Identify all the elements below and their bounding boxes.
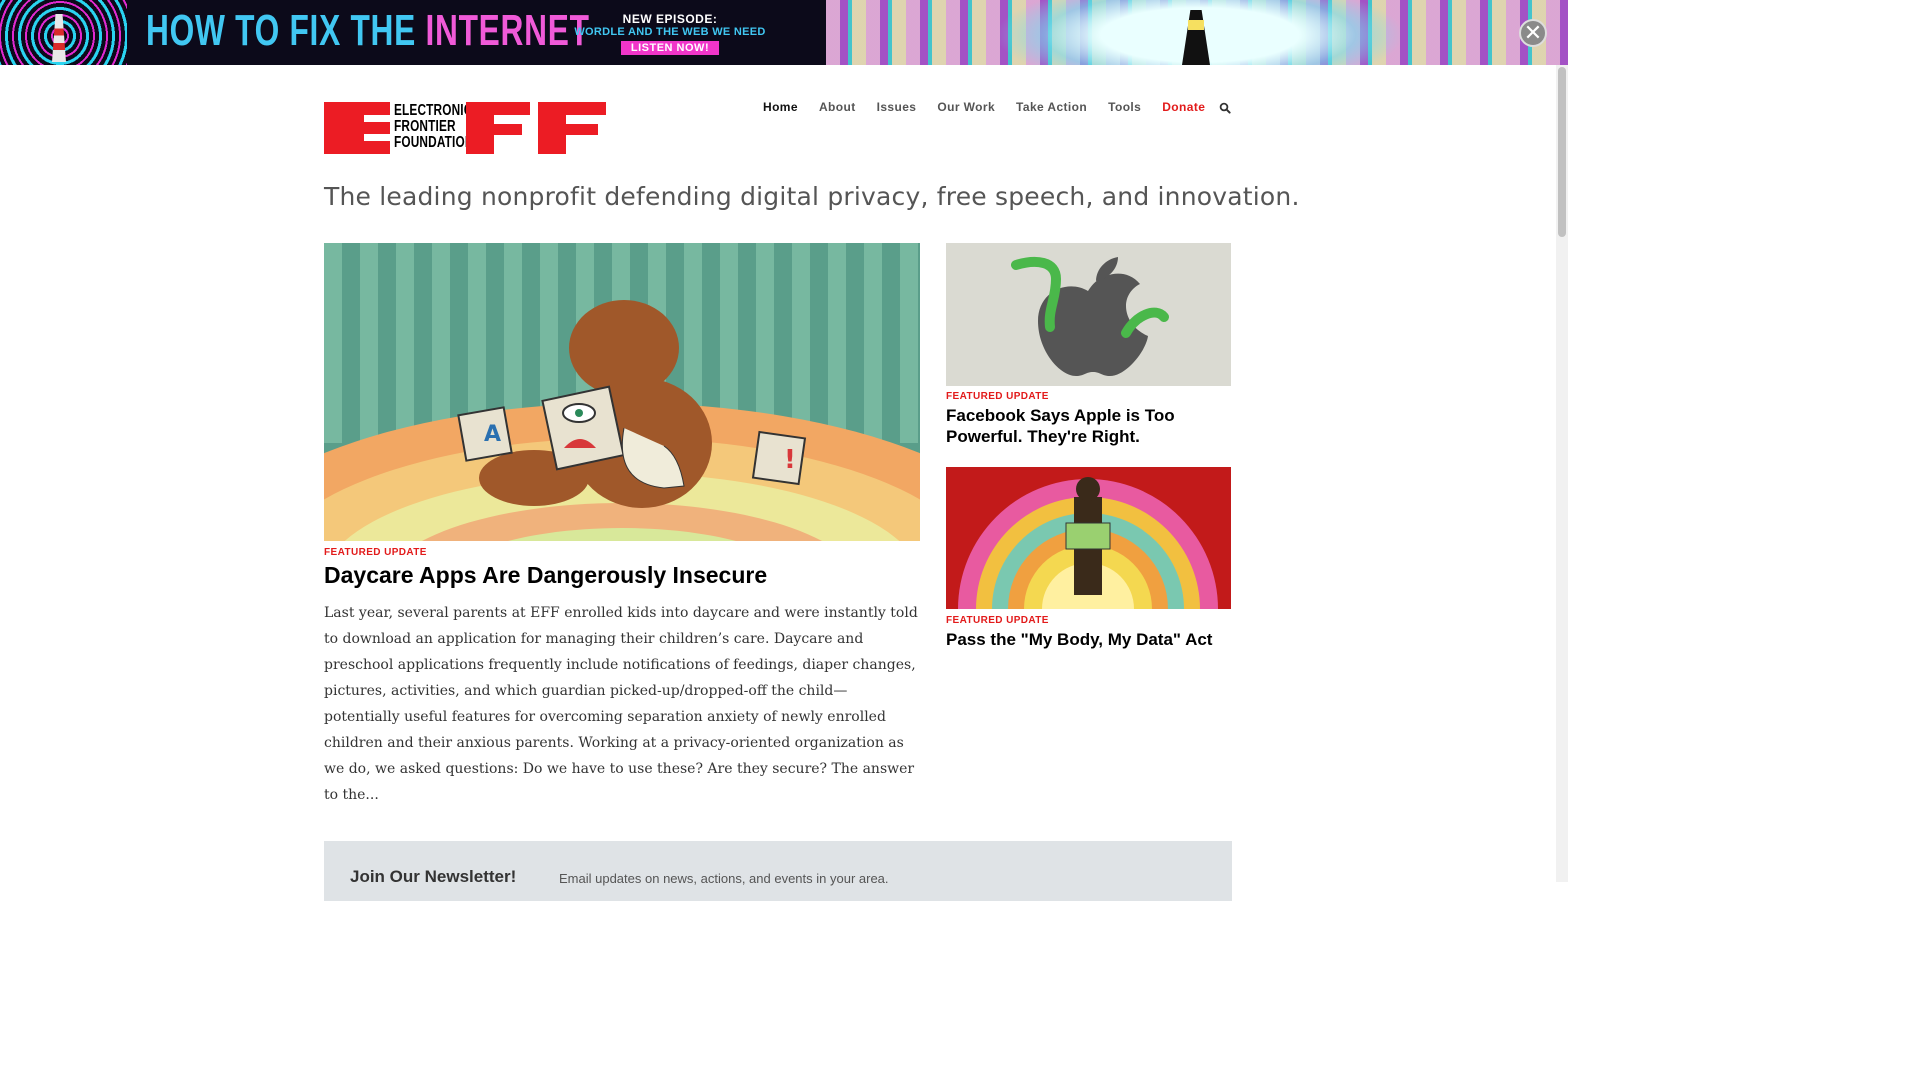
side1-kicker: FEATURED UPDATE [946,391,1049,402]
lighthouse-lamp [1188,20,1204,30]
listen-now-button[interactable]: LISTEN NOW! [620,41,720,55]
nav-issues[interactable]: Issues [877,100,917,114]
scrollbar[interactable] [1556,65,1568,882]
banner-title: HOW TO FIX THE INTERNET [146,6,590,55]
logo-wordmark: ELECTRONIC FRONTIER FOUNDATION [394,102,474,151]
baby-illustration: A ! [324,243,920,541]
side2-kicker: FEATURED UPDATE [946,615,1049,626]
nav-home[interactable]: Home [763,100,798,114]
apple-worm-illustration [1011,257,1169,376]
eff-logo[interactable]: ELECTRONIC FRONTIER FOUNDATION [324,102,606,154]
facebook-apple-image[interactable] [946,243,1231,386]
svg-text:A: A [484,422,501,447]
newsletter-description: Email updates on news, actions, and even… [559,871,889,886]
nav-take-action[interactable]: Take Action [1016,100,1087,114]
episode-title: WORDLE AND THE WEB WE NEED [574,26,766,38]
banner-episode: NEW EPISODE: WORDLE AND THE WEB WE NEED … [560,12,780,56]
side2-article-title[interactable]: Pass the "My Body, My Data" Act [946,629,1236,650]
site-tagline: The leading nonprofit defending digital … [324,182,1300,211]
promo-banner[interactable]: HOW TO FIX THE INTERNET NEW EPISODE: WOR… [0,0,1568,65]
main-article-excerpt: Last year, several parents at EFF enroll… [324,605,918,803]
main-nav: Home About Issues Our Work Take Action T… [763,100,1226,114]
rainbow-illustration [946,467,1231,609]
close-banner-button[interactable]: ✕ [1519,19,1547,47]
main-article-title[interactable]: Daycare Apps Are Dangerously Insecure [324,562,767,589]
scrollbar-thumb[interactable] [1558,67,1566,237]
daycare-feature-image[interactable]: A ! [324,243,920,541]
logo-shape [538,124,598,135]
logo-shape [466,124,522,135]
svg-text:!: ! [784,445,796,475]
nav-tools[interactable]: Tools [1108,100,1141,114]
newsletter-section: Join Our Newsletter! Email updates on ne… [324,841,1232,901]
logo-shape [324,102,364,154]
nav-our-work[interactable]: Our Work [937,100,995,114]
newsletter-heading: Join Our Newsletter! [350,867,517,886]
side1-article-title[interactable]: Facebook Says Apple is Too Powerful. The… [946,405,1236,447]
nav-donate[interactable]: Donate [1162,100,1205,114]
nav-about[interactable]: About [819,100,856,114]
my-body-my-data-image[interactable] [946,467,1231,609]
main-kicker: FEATURED UPDATE [324,547,427,558]
search-icon[interactable] [1219,102,1231,114]
episode-label: NEW EPISODE: [622,12,718,26]
